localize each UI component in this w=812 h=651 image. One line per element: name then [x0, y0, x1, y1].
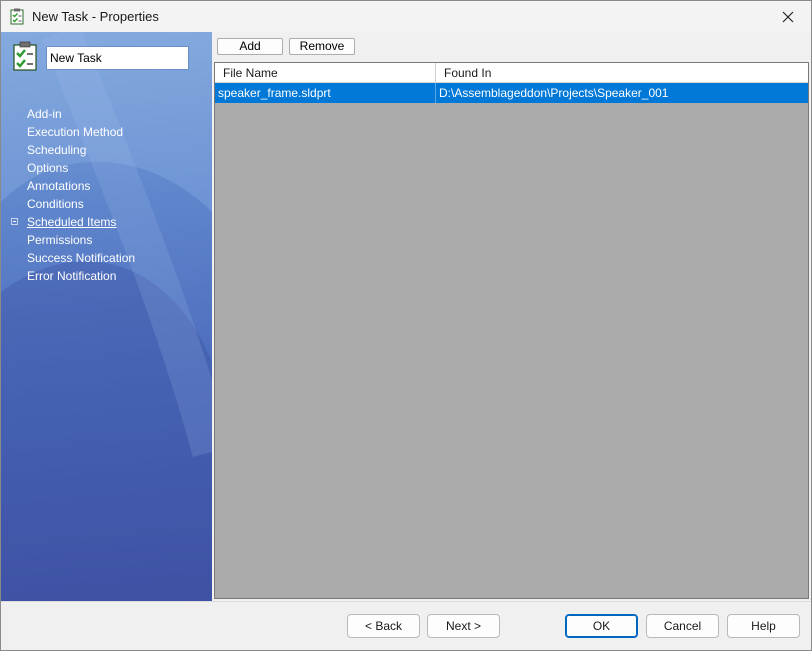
sidebar-item-label: Permissions [27, 233, 93, 247]
sidebar-item-label: Add-in [27, 107, 62, 121]
dialog-footer: < Back Next > OK Cancel Help [1, 601, 811, 650]
grid-header: File Name Found In [215, 63, 808, 83]
sidebar: Add-in Execution Method Scheduling Options A… [1, 32, 212, 601]
sidebar-item-error-notification[interactable]: Error Notification [1, 267, 212, 285]
sidebar-item-conditions[interactable]: Conditions [1, 195, 212, 213]
task-checklist-icon [12, 41, 38, 71]
task-name-input[interactable] [46, 46, 189, 70]
cancel-button[interactable]: Cancel [646, 614, 719, 638]
sidebar-item-label: Annotations [27, 179, 91, 193]
column-header-found-in[interactable]: Found In [436, 63, 808, 83]
scheduled-items-grid[interactable]: File Name Found In speaker_frame.sldprt … [214, 62, 809, 599]
main-content: Add Remove File Name Found In speaker_fr… [212, 32, 811, 601]
sidebar-item-success-notification[interactable]: Success Notification [1, 249, 212, 267]
properties-dialog: New Task - Properties Add-in Execution Me… [0, 0, 812, 651]
sidebar-nav: Add-in Execution Method Scheduling Options A… [1, 105, 212, 285]
sidebar-item-execution-method[interactable]: Execution Method [1, 123, 212, 141]
sidebar-item-label: Success Notification [27, 251, 136, 265]
add-button[interactable]: Add [217, 38, 283, 55]
next-button[interactable]: Next > [427, 614, 500, 638]
column-header-file-name[interactable]: File Name [215, 63, 435, 83]
cell-file-name: speaker_frame.sldprt [218, 86, 331, 100]
back-button[interactable]: < Back [347, 614, 420, 638]
sidebar-item-scheduling[interactable]: Scheduling [1, 141, 212, 159]
ok-button[interactable]: OK [565, 614, 638, 638]
close-icon [782, 11, 794, 22]
sidebar-item-label: Scheduling [27, 143, 87, 157]
expand-plus-icon[interactable] [11, 218, 18, 225]
close-button[interactable] [765, 1, 811, 32]
title-bar: New Task - Properties [1, 1, 811, 32]
cell-found-in: D:\Assemblageddon\Projects\Speaker_001 [439, 86, 669, 100]
window-title: New Task - Properties [32, 9, 159, 24]
sidebar-item-annotations[interactable]: Annotations [1, 177, 212, 195]
sidebar-item-label: Execution Method [27, 125, 124, 139]
sidebar-item-add-in[interactable]: Add-in [1, 105, 212, 123]
help-button[interactable]: Help [727, 614, 800, 638]
sidebar-item-scheduled-items[interactable]: Scheduled Items [1, 213, 212, 231]
sidebar-item-label: Options [27, 161, 69, 175]
sidebar-item-label: Conditions [27, 197, 84, 211]
sidebar-item-label: Scheduled Items [27, 215, 117, 229]
task-checklist-icon [10, 8, 24, 25]
sidebar-item-permissions[interactable]: Permissions [1, 231, 212, 249]
remove-button[interactable]: Remove [289, 38, 355, 55]
sidebar-item-label: Error Notification [27, 269, 117, 283]
table-row[interactable]: speaker_frame.sldprt D:\Assemblageddon\P… [215, 83, 808, 103]
sidebar-item-options[interactable]: Options [1, 159, 212, 177]
